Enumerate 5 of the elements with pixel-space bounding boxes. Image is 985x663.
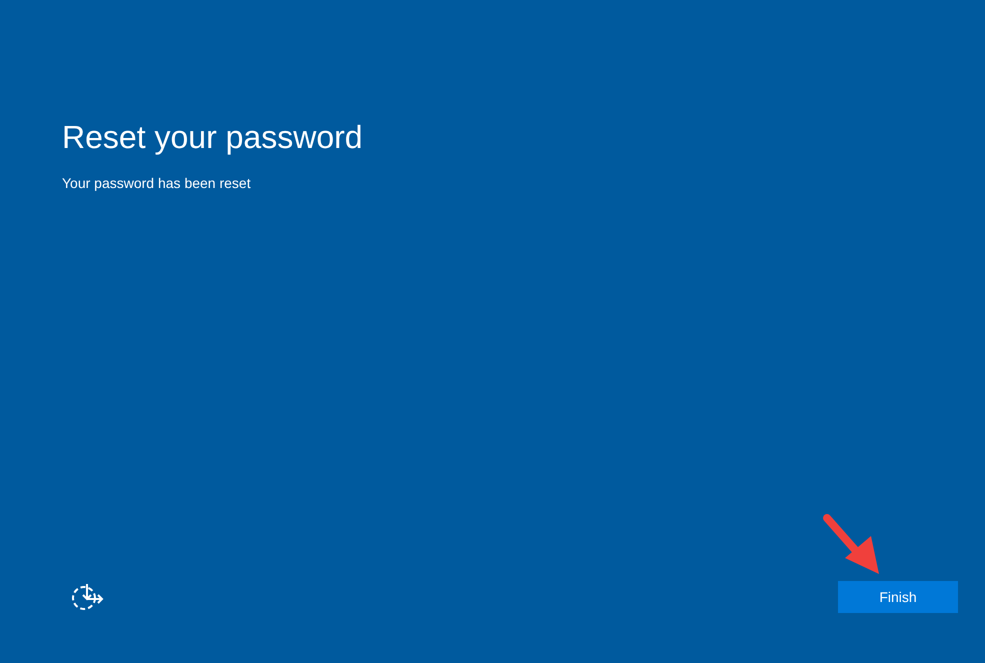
finish-button[interactable]: Finish — [838, 581, 958, 613]
page-title: Reset your password — [62, 118, 363, 157]
status-message: Your password has been reset — [62, 175, 251, 191]
annotation-arrow — [823, 514, 881, 576]
ease-of-access-icon[interactable] — [70, 583, 104, 611]
